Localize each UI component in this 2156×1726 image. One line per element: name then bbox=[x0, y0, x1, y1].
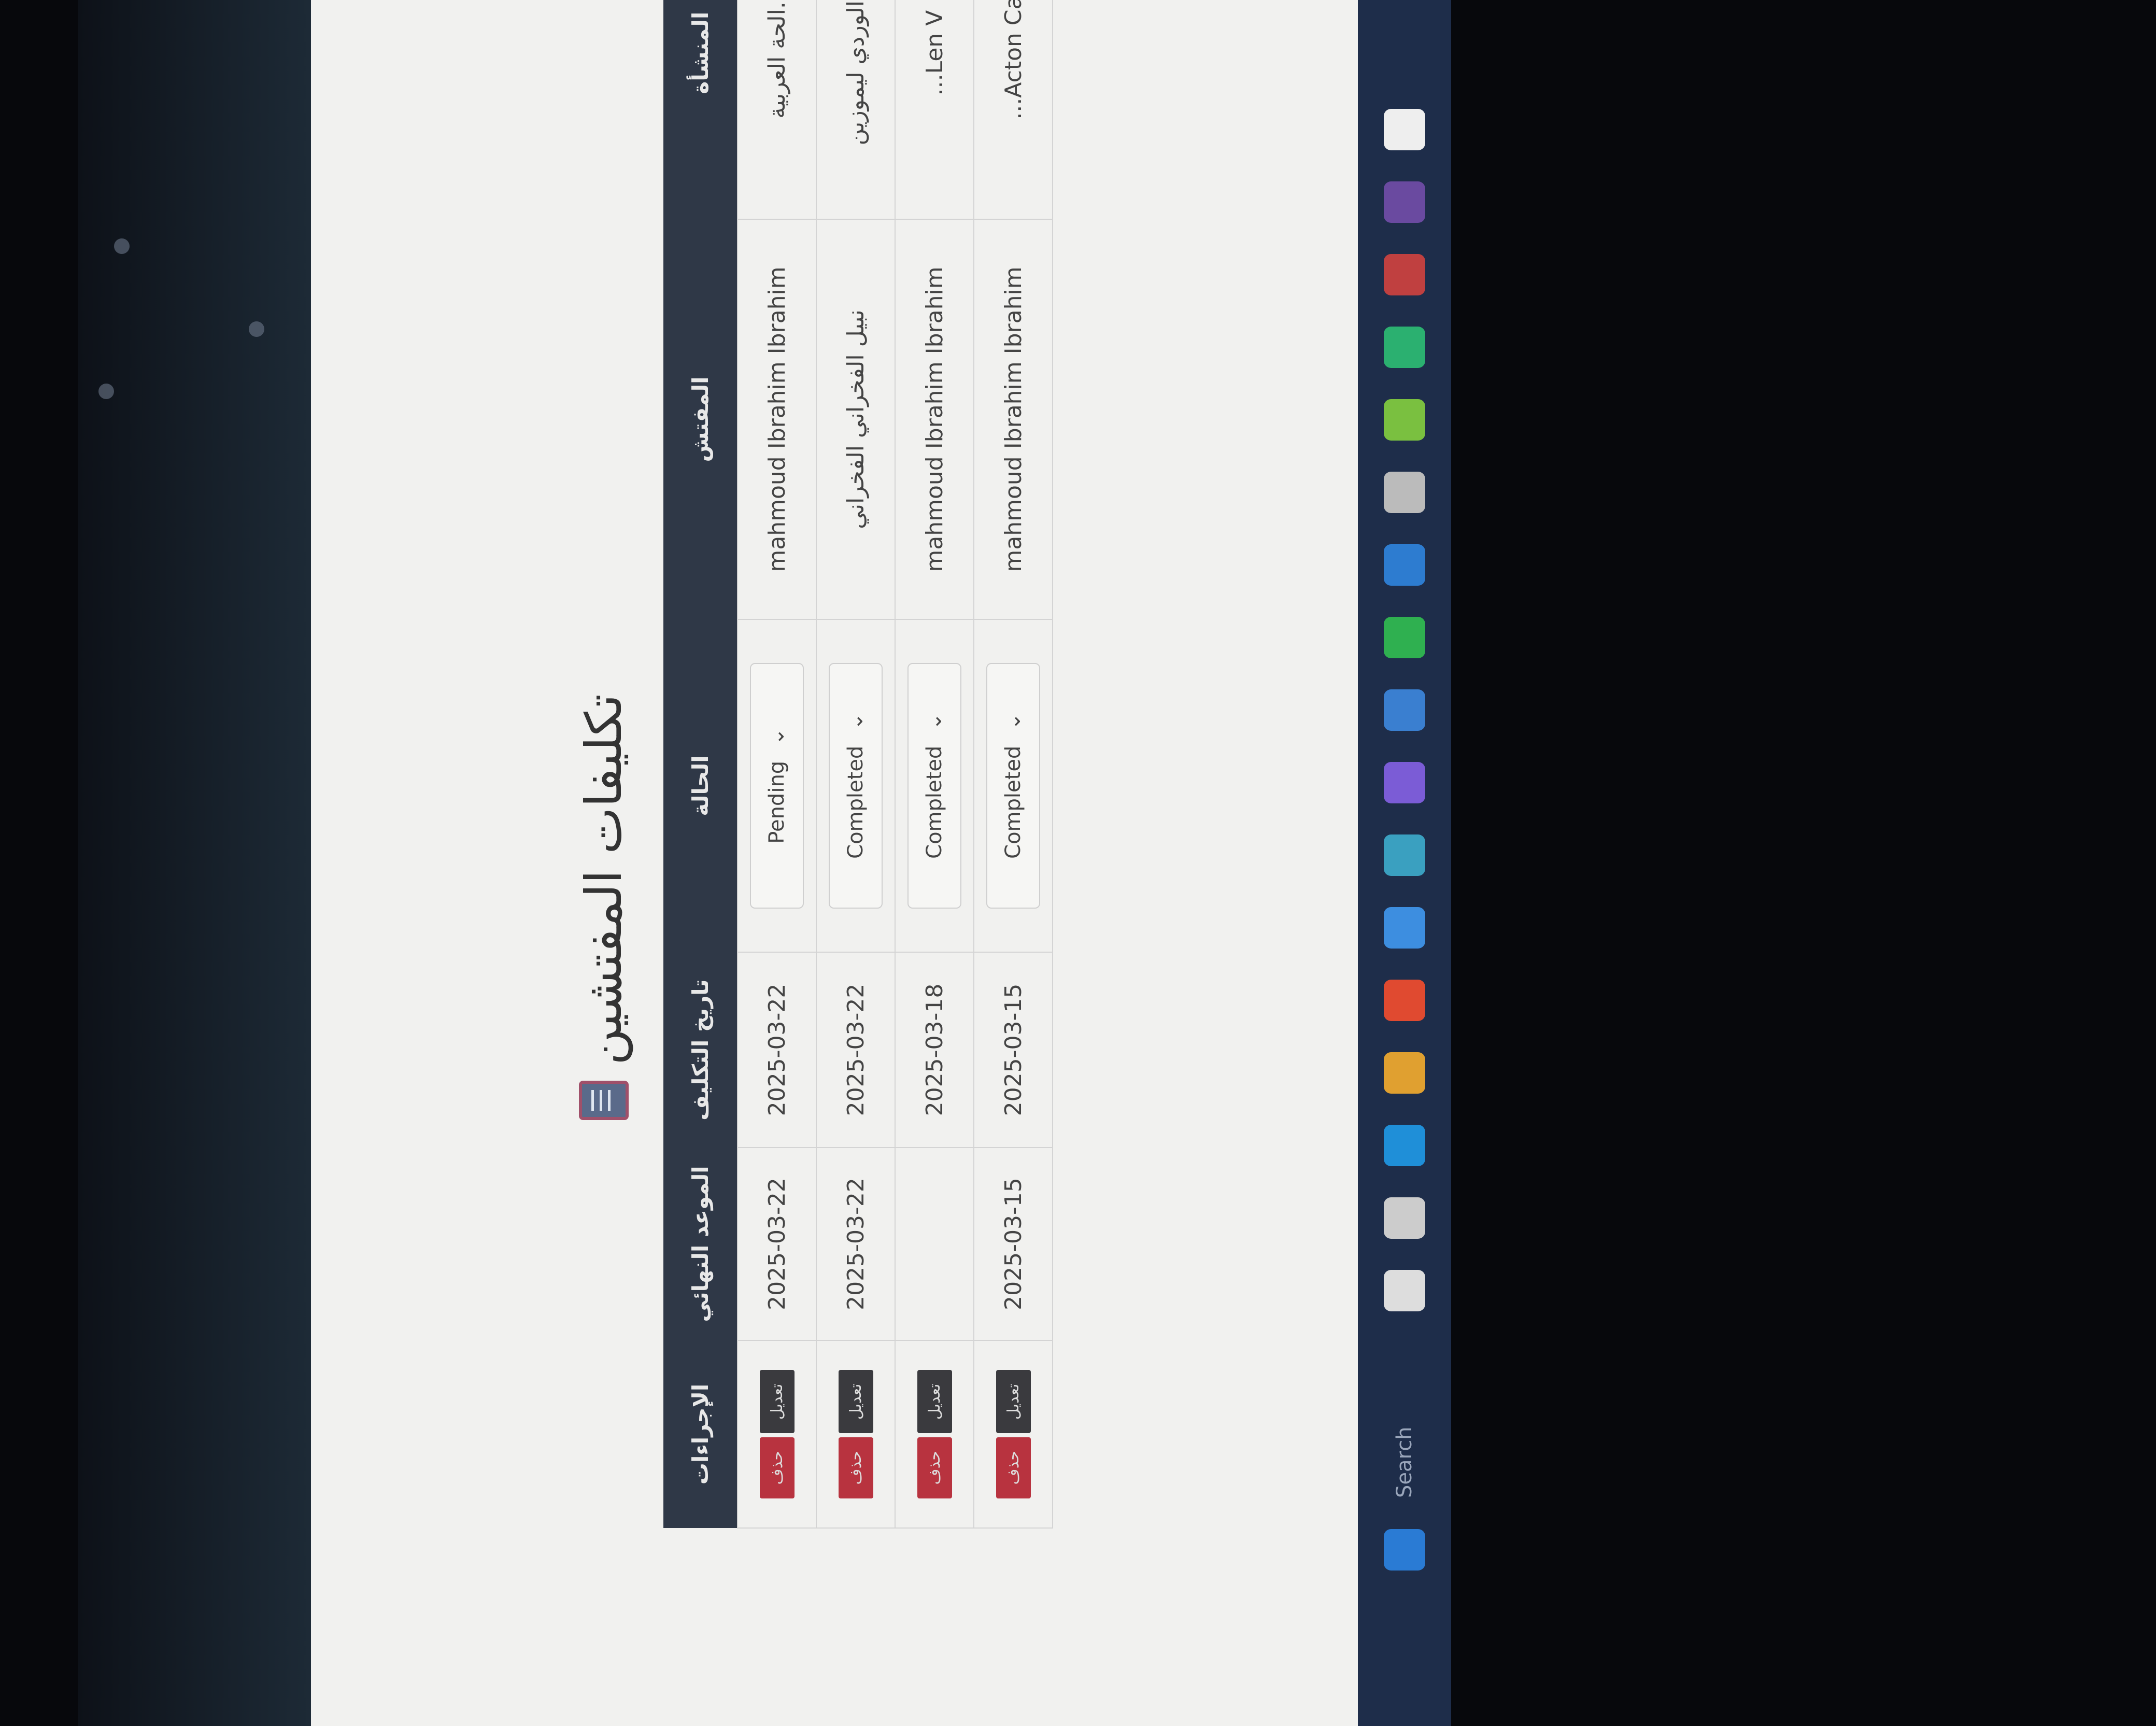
chevron-down-icon: ⌄ bbox=[765, 728, 789, 745]
status-cell: Completed ⌄ bbox=[895, 619, 974, 952]
delete-button[interactable]: حذف bbox=[996, 1437, 1031, 1498]
app-icon[interactable] bbox=[1384, 254, 1425, 295]
file-explorer-icon[interactable] bbox=[1384, 1052, 1425, 1094]
edit-button[interactable]: تعديل bbox=[917, 1370, 952, 1434]
settings-icon[interactable] bbox=[1384, 472, 1425, 513]
due-date-cell bbox=[895, 1148, 974, 1340]
task-view-icon[interactable] bbox=[1384, 1197, 1425, 1239]
facility-cell: ...ر الوردي ليموزين bbox=[816, 0, 895, 219]
status-cell: Completed ⌄ bbox=[816, 619, 895, 952]
page: تكليفات المفتشين المنشأة المفتش الحالة ت… bbox=[311, 0, 1358, 1726]
assigned-date-cell: 2025-03-22 bbox=[737, 952, 816, 1148]
table-row: Len V... mahmoud Ibrahim Ibrahim Complet… bbox=[895, 0, 974, 1528]
edit-button[interactable]: تعديل bbox=[759, 1370, 795, 1434]
header-status: الحالة bbox=[663, 619, 737, 952]
assigned-date-cell: 2025-03-22 bbox=[816, 952, 895, 1148]
table-row: ...الحة العربية mahmoud Ibrahim Ibrahim … bbox=[737, 0, 816, 1528]
search-box[interactable]: Search bbox=[1393, 1342, 1416, 1498]
status-value: Completed bbox=[844, 745, 868, 859]
vscode-icon[interactable] bbox=[1384, 544, 1425, 586]
page-title: تكليفات المفتشين bbox=[570, 674, 637, 1140]
table-row: Acton Car... mahmoud Ibrahim Ibrahim Com… bbox=[974, 0, 1053, 1528]
pycharm-icon[interactable] bbox=[1384, 327, 1425, 368]
browser-icon[interactable] bbox=[249, 321, 264, 337]
widgets-icon[interactable] bbox=[1384, 1270, 1425, 1311]
chevron-down-icon: ⌄ bbox=[844, 713, 868, 730]
assigned-date-cell: 2025-03-18 bbox=[895, 952, 974, 1148]
delete-button[interactable]: حذف bbox=[917, 1437, 952, 1498]
windows-icon[interactable] bbox=[1384, 1529, 1425, 1571]
actions-cell: تعديلحذف bbox=[737, 1340, 816, 1528]
app-icon[interactable] bbox=[1384, 834, 1425, 876]
status-cell: Pending ⌄ bbox=[737, 619, 816, 952]
facility-cell: Acton Car... bbox=[974, 0, 1053, 219]
upwork-icon[interactable] bbox=[1384, 399, 1425, 441]
firefox-icon[interactable] bbox=[1384, 907, 1425, 949]
inspector-cell: نبيل الفخراني الفخراني bbox=[816, 219, 895, 619]
delete-button[interactable]: حذف bbox=[838, 1437, 873, 1498]
browser-chrome bbox=[78, 0, 311, 1726]
edit-button[interactable]: تعديل bbox=[996, 1370, 1031, 1434]
title-text: تكليفات المفتشين bbox=[575, 694, 633, 1065]
status-value: Completed bbox=[923, 745, 946, 859]
chevron-down-icon: ⌄ bbox=[1001, 713, 1025, 730]
inspector-cell: mahmoud Ibrahim Ibrahim bbox=[895, 219, 974, 619]
status-select[interactable]: Completed ⌄ bbox=[986, 663, 1040, 909]
status-select[interactable]: Completed ⌄ bbox=[829, 663, 883, 909]
actions-cell: تعديلحذف bbox=[974, 1340, 1053, 1528]
assigned-date-cell: 2025-03-15 bbox=[974, 952, 1053, 1148]
table-row: ...ر الوردي ليموزين نبيل الفخراني الفخرا… bbox=[816, 0, 895, 1528]
header-due-date: الموعد النهائي bbox=[663, 1148, 737, 1340]
winrar-icon[interactable] bbox=[1384, 181, 1425, 223]
whatsapp-icon[interactable] bbox=[1384, 617, 1425, 658]
header-assigned-date: تاريخ التكليف bbox=[663, 952, 737, 1148]
header-facility: المنشأة bbox=[663, 0, 737, 219]
status-value: Pending bbox=[765, 760, 789, 844]
header-actions: الإجراءات bbox=[663, 1340, 737, 1528]
chrome-icon[interactable] bbox=[1384, 980, 1425, 1021]
browser-icon[interactable] bbox=[114, 238, 130, 254]
chevron-down-icon: ⌄ bbox=[923, 713, 946, 730]
visual-studio-icon[interactable] bbox=[1384, 762, 1425, 803]
taskbar: Search bbox=[1358, 0, 1451, 1726]
delete-button[interactable]: حذف bbox=[759, 1437, 795, 1498]
facility-cell: Len V... bbox=[895, 0, 974, 219]
due-date-cell: 2025-03-22 bbox=[737, 1148, 816, 1340]
status-value: Completed bbox=[1001, 745, 1025, 859]
edit-button[interactable]: تعديل bbox=[838, 1370, 873, 1434]
actions-cell: تعديلحذف bbox=[816, 1340, 895, 1528]
actions-cell: تعديلحذف bbox=[895, 1340, 974, 1528]
due-date-cell: 2025-03-15 bbox=[974, 1148, 1053, 1340]
status-select[interactable]: Pending ⌄ bbox=[750, 663, 804, 909]
status-cell: Completed ⌄ bbox=[974, 619, 1053, 952]
monitor-screen: تكليفات المفتشين المنشأة المفتش الحالة ت… bbox=[78, 0, 1451, 1726]
status-select[interactable]: Completed ⌄ bbox=[907, 663, 961, 909]
header-inspector: المفتش bbox=[663, 219, 737, 619]
browser-icon[interactable] bbox=[98, 384, 114, 399]
inspector-cell: mahmoud Ibrahim Ibrahim bbox=[974, 219, 1053, 619]
due-date-cell: 2025-03-22 bbox=[816, 1148, 895, 1340]
app-icon[interactable] bbox=[1384, 689, 1425, 731]
inspector-cell: mahmoud Ibrahim Ibrahim bbox=[737, 219, 816, 619]
edge-icon[interactable] bbox=[1384, 1125, 1425, 1166]
assignments-table: المنشأة المفتش الحالة تاريخ التكليف المو… bbox=[663, 0, 1053, 1529]
clipboard-icon bbox=[579, 1080, 629, 1120]
notes-icon[interactable] bbox=[1384, 109, 1425, 150]
facility-cell: ...الحة العربية bbox=[737, 0, 816, 219]
